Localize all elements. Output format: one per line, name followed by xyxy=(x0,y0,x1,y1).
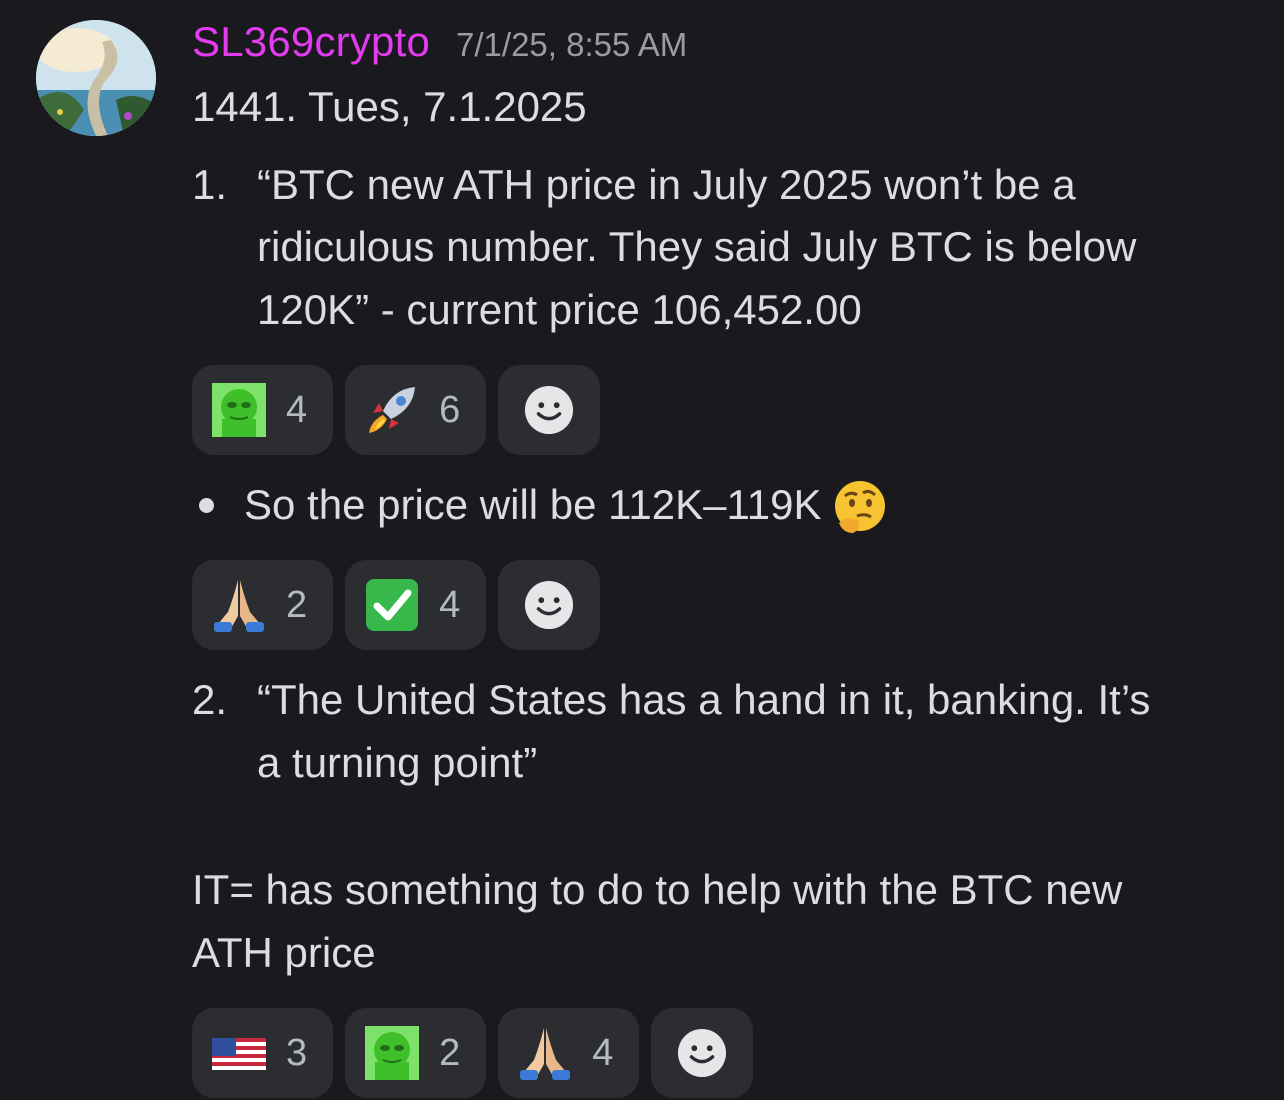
praying-hands-icon xyxy=(516,1024,574,1082)
add-reaction-button[interactable] xyxy=(651,1008,754,1098)
check-mark-icon xyxy=(363,576,421,634)
bullet-text-content: So the price will be 112K–119K xyxy=(244,481,822,528)
reaction-count: 4 xyxy=(286,388,308,431)
list-number-1: 1. xyxy=(192,161,228,208)
stairway-avatar-image xyxy=(36,20,156,136)
note-line-1: IT= has something to do to help with the… xyxy=(192,866,1123,913)
message-header: SL369crypto 7/1/25, 8:55 AM xyxy=(192,18,687,66)
username[interactable]: SL369crypto xyxy=(192,18,430,66)
add-reaction-button[interactable] xyxy=(498,560,601,650)
user-avatar[interactable] xyxy=(36,20,156,136)
reaction-count: 2 xyxy=(439,1031,461,1074)
item2-line-1: “The United States has a hand in it, ban… xyxy=(257,676,1151,723)
smiley-add-reaction-icon xyxy=(677,1027,727,1079)
reaction-rocket[interactable]: 6 xyxy=(345,365,487,455)
message-timestamp: 7/1/25, 8:55 AM xyxy=(456,26,688,63)
reaction-pepe[interactable]: 2 xyxy=(345,1008,487,1098)
reaction-count: 4 xyxy=(592,1031,614,1074)
reaction-count: 4 xyxy=(439,583,461,626)
reaction-bar-2: 2 4 xyxy=(192,560,601,650)
item1-line-3: 120K” - current price 106,452.00 xyxy=(257,286,862,333)
reaction-check-mark[interactable]: 4 xyxy=(345,560,487,650)
reaction-us-flag[interactable]: 3 xyxy=(192,1008,334,1098)
reaction-count: 2 xyxy=(286,583,308,626)
reaction-count: 3 xyxy=(286,1031,308,1074)
item1-line-1: “BTC new ATH price in July 2025 won’t be… xyxy=(257,161,1076,208)
thinking-face-icon xyxy=(831,479,889,537)
smiley-add-reaction-icon xyxy=(524,579,574,631)
pepe-face-icon xyxy=(363,1024,421,1082)
note-line-2: ATH price xyxy=(192,929,376,976)
add-reaction-button[interactable] xyxy=(498,365,601,455)
item1-line-2: ridiculous number. They said July BTC is… xyxy=(257,223,1137,270)
message-title: 1441. Tues, 7.1.2025 xyxy=(192,83,587,130)
bullet-point xyxy=(199,498,214,513)
reaction-bar-3: 3 2 4 xyxy=(192,1008,754,1098)
reaction-praying-hands[interactable]: 4 xyxy=(498,1008,640,1098)
list-number-2: 2. xyxy=(192,676,228,723)
praying-hands-icon xyxy=(210,576,268,634)
reaction-bar-1: 4 6 xyxy=(192,365,601,455)
rocket-icon xyxy=(363,381,421,439)
pepe-face-icon xyxy=(210,381,268,439)
reaction-count: 6 xyxy=(439,388,461,431)
bullet-text: So the price will be 112K–119K xyxy=(244,474,889,537)
item2-line-2: a turning point” xyxy=(257,739,538,786)
smiley-add-reaction-icon xyxy=(524,384,574,436)
reaction-pepe[interactable]: 4 xyxy=(192,365,334,455)
reaction-praying-hands[interactable]: 2 xyxy=(192,560,334,650)
us-flag-icon xyxy=(210,1024,268,1082)
